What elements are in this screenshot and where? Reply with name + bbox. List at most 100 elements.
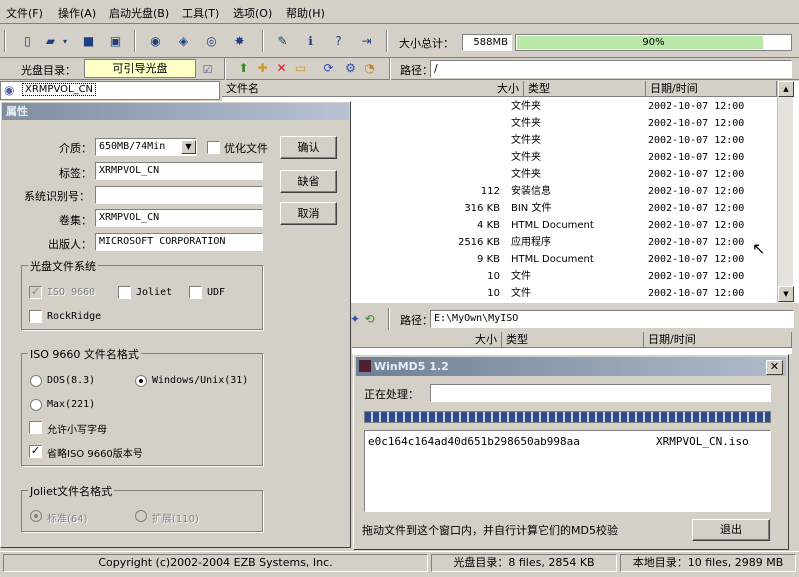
up-directory-icon[interactable]: ⬆ — [235, 60, 252, 77]
joliet-checkbox[interactable] — [118, 286, 131, 299]
column-header-name[interactable]: 文件名 — [222, 81, 500, 97]
burn-icon[interactable]: ✸ — [231, 33, 248, 50]
volume-set-input[interactable]: XRMPVOL_CN — [95, 209, 263, 227]
row-date: 2002-10-07 12:00 — [648, 169, 745, 180]
local-directory-bar: ✦ ⟲ 路径： E:\MyOwn\MyISO — [350, 307, 799, 331]
omit-version-label: 省略ISO 9660版本号 — [47, 449, 143, 460]
menu-options[interactable]: 选项(O) — [233, 5, 272, 21]
iso-windows-label: Windows/Unix(31) — [152, 375, 249, 386]
cancel-button[interactable]: 取消 — [280, 202, 337, 225]
row-type: 文件夹 — [511, 169, 541, 180]
total-size-label: 大小总计： — [399, 37, 454, 50]
publisher-input[interactable]: MICROSOFT CORPORATION — [95, 233, 263, 251]
column-header-date[interactable]: 日期/时间 — [646, 81, 777, 97]
new-file-icon[interactable]: ▯ — [19, 33, 36, 50]
scroll-up-arrow-icon[interactable]: ▲ — [778, 81, 794, 97]
menu-file[interactable]: 文件(F) — [6, 5, 43, 21]
local-path-field[interactable]: E:\MyOwn\MyISO — [430, 310, 794, 328]
info-icon[interactable]: ℹ — [302, 33, 319, 50]
iso9660-label: ISO 9660 — [47, 287, 96, 298]
iso-windows-radio[interactable] — [135, 375, 147, 387]
properties-icon[interactable]: ◔ — [361, 60, 378, 77]
new-folder-icon[interactable]: ✚ — [254, 60, 271, 77]
save-icon[interactable]: ■ — [80, 33, 97, 50]
rename-icon[interactable]: ▭ — [292, 60, 309, 77]
iso-dos-radio[interactable] — [30, 375, 42, 387]
iso-filename-group: ISO 9660 文件名格式 DOS(8.3) Windows/Unix(31)… — [21, 346, 263, 466]
tree-root-volume[interactable]: XRMPVOL_CN — [22, 83, 97, 96]
save-as-icon[interactable]: ▣ — [107, 33, 124, 50]
cd-drive-icon[interactable]: ◉ — [147, 33, 164, 50]
status-local-summary: 本地目录：10 files, 2989 MB — [620, 554, 796, 572]
row-date: 2002-10-07 12:00 — [648, 288, 745, 299]
chevron-down-icon[interactable]: ▼ — [181, 140, 196, 154]
row-type: 文件夹 — [511, 152, 541, 163]
properties-title: 属性 — [2, 103, 349, 120]
disc-tree: ◉ XRMPVOL_CN — [0, 81, 220, 100]
refresh-icon[interactable]: ⟳ — [320, 60, 337, 77]
udf-checkbox[interactable] — [189, 286, 202, 299]
optimize-checkbox[interactable] — [207, 141, 220, 154]
ok-button[interactable]: 确认 — [280, 136, 337, 159]
scroll-down-arrow-icon[interactable]: ▼ — [778, 286, 794, 302]
help-icon[interactable]: ? — [330, 33, 347, 50]
column-header-size-label[interactable]: 大小 — [467, 81, 524, 97]
menu-action[interactable]: 操作(A) — [58, 5, 96, 21]
local-column-header-size[interactable]: 大小 — [352, 332, 502, 348]
row-type: HTML Document — [511, 220, 594, 231]
settings-gear-icon[interactable]: ⚙ — [342, 60, 359, 77]
row-date: 2002-10-07 12:00 — [648, 271, 745, 282]
local-column-header-date[interactable]: 日期/时间 — [644, 332, 792, 348]
local-refresh-icon[interactable]: ⟲ — [361, 311, 378, 328]
iso-max-radio[interactable] — [30, 399, 42, 411]
rockridge-label: RockRidge — [47, 311, 102, 322]
publisher-label: 出版人： — [48, 238, 92, 251]
row-date: 2002-10-07 12:00 — [648, 220, 745, 231]
menu-tools[interactable]: 工具(T) — [182, 5, 219, 21]
system-id-label: 系统识别号： — [24, 190, 90, 203]
iso-filename-group-title: ISO 9660 文件名格式 — [28, 346, 141, 362]
omit-version-checkbox[interactable]: ✓ — [29, 445, 42, 458]
menu-help[interactable]: 帮助(H) — [286, 5, 325, 21]
disc-path-field[interactable]: / — [430, 60, 792, 78]
iso9660-checkbox[interactable]: ✓ — [29, 286, 42, 299]
joliet-standard-radio[interactable] — [30, 510, 42, 522]
total-size-value: 588MB — [462, 34, 512, 51]
exit-icon[interactable]: ⇥ — [358, 33, 375, 50]
menu-boot[interactable]: 启动光盘(B) — [109, 5, 169, 21]
exit-button[interactable]: 退出 — [692, 519, 770, 541]
local-nav-icon[interactable]: ✦ — [350, 311, 360, 328]
allow-lowercase-label: 允许小写字母 — [47, 425, 107, 436]
boot-info-icon[interactable]: ☑ — [199, 61, 216, 78]
md5-results-box[interactable]: e0c164c164ad40d651b298650ab998aa XRMPVOL… — [364, 430, 771, 512]
md5-filename: XRMPVOL_CN.iso — [656, 435, 749, 448]
bootable-disc-field[interactable]: 可引导光盘 — [84, 59, 196, 78]
joliet-filename-group-title: Joliet文件名格式 — [28, 483, 115, 499]
close-icon[interactable]: ✕ — [766, 360, 783, 375]
open-folder-icon[interactable]: ▰ — [42, 33, 59, 50]
udf-label: UDF — [207, 287, 226, 298]
local-column-header-type[interactable]: 类型 — [502, 332, 644, 348]
default-button[interactable]: 缺省 — [280, 170, 337, 193]
row-type: 文件 — [511, 271, 531, 282]
delete-icon[interactable]: ✕ — [273, 60, 290, 77]
md5-hint: 拖动文件到这个窗口内，并自行计算它们的MD5校验 — [362, 524, 618, 537]
allow-lowercase-checkbox[interactable] — [29, 421, 42, 434]
file-list-scrollbar[interactable]: ▲ ▼ — [777, 81, 794, 303]
row-date: 2002-10-07 12:00 — [648, 152, 745, 163]
system-id-input[interactable] — [95, 186, 263, 204]
options-icon[interactable]: ✎ — [274, 33, 291, 50]
open-dropdown-icon[interactable]: ▾ — [61, 33, 69, 50]
properties-dialog: 属性 介质： 650MB/74Min ▼ 优化文件 标签： XRMPVOL_CN… — [0, 101, 351, 548]
compress-icon[interactable]: ◈ — [175, 33, 192, 50]
rockridge-checkbox[interactable] — [29, 310, 42, 323]
row-date: 2002-10-07 12:00 — [648, 186, 745, 197]
mouse-cursor-icon: ↖ — [752, 239, 766, 258]
column-header-type[interactable]: 类型 — [524, 81, 646, 97]
toolbar-separator — [134, 30, 136, 52]
mount-icon[interactable]: ◎ — [203, 33, 220, 50]
row-type: 文件 — [511, 288, 531, 299]
processing-label: 正在处理： — [364, 388, 419, 401]
volume-label-input[interactable]: XRMPVOL_CN — [95, 162, 263, 180]
joliet-extended-radio[interactable] — [135, 510, 147, 522]
